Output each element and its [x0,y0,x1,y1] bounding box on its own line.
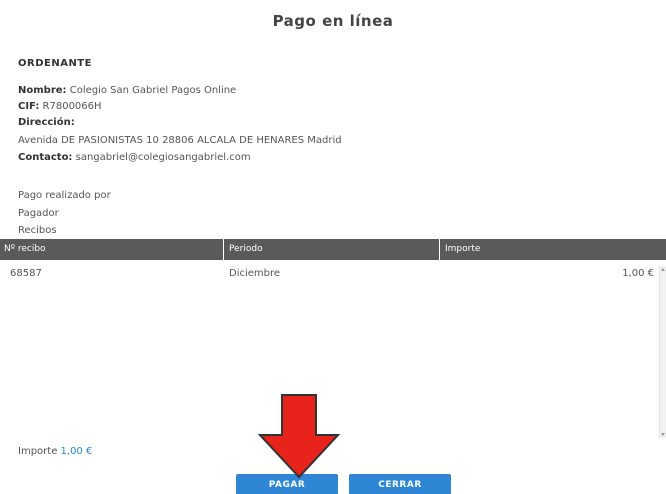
payment-dialog: Pago en línea ORDENANTE Nombre: Colegio … [0,0,666,494]
column-header-importe[interactable]: Importe [441,239,666,260]
column-header-recibo[interactable]: Nº recibo [0,239,224,260]
recibos-label: Recibos [18,225,57,236]
cell-importe: 1,00 € [622,268,654,279]
direccion-value: Avenida DE PASIONISTAS 10 28806 ALCALA D… [18,135,342,146]
direccion-line: Dirección: [18,117,75,128]
cif-label: CIF: [18,101,40,112]
cerrar-button[interactable]: CERRAR [349,474,451,494]
nombre-value: Colegio San Gabriel Pagos Online [69,85,237,96]
direccion-label: Dirección: [18,117,75,128]
scroll-down-icon[interactable] [661,433,665,436]
cif-line: CIF: R7800066H [18,101,102,112]
contacto-value: sangabriel@colegiosangabriel.com [75,152,251,163]
table-header: Nº recibo Periodo Importe [0,239,666,260]
pago-realizado-label: Pago realizado por [18,190,111,201]
contacto-line: Contacto: sangabriel@colegiosangabriel.c… [18,152,251,163]
red-down-arrow-icon [258,394,340,479]
table-scrollbar[interactable] [659,266,666,438]
importe-value: 1,00 € [60,446,93,457]
contacto-label: Contacto: [18,152,73,163]
nombre-label: Nombre: [18,85,67,96]
cell-periodo: Diciembre [229,268,281,279]
nombre-line: Nombre: Colegio San Gabriel Pagos Online [18,85,236,96]
cell-recibo: 68587 [10,268,42,279]
importe-label: Importe [18,446,58,457]
scroll-up-icon[interactable] [661,268,665,271]
pagador-label: Pagador [18,208,59,219]
ordenante-heading: ORDENANTE [18,58,92,69]
table-row[interactable]: 68587 Diciembre 1,00 € [0,268,660,286]
column-header-periodo[interactable]: Periodo [225,239,440,260]
cif-value: R7800066H [42,101,102,112]
page-title: Pago en línea [272,12,394,30]
importe-total: Importe 1,00 € [18,446,92,457]
